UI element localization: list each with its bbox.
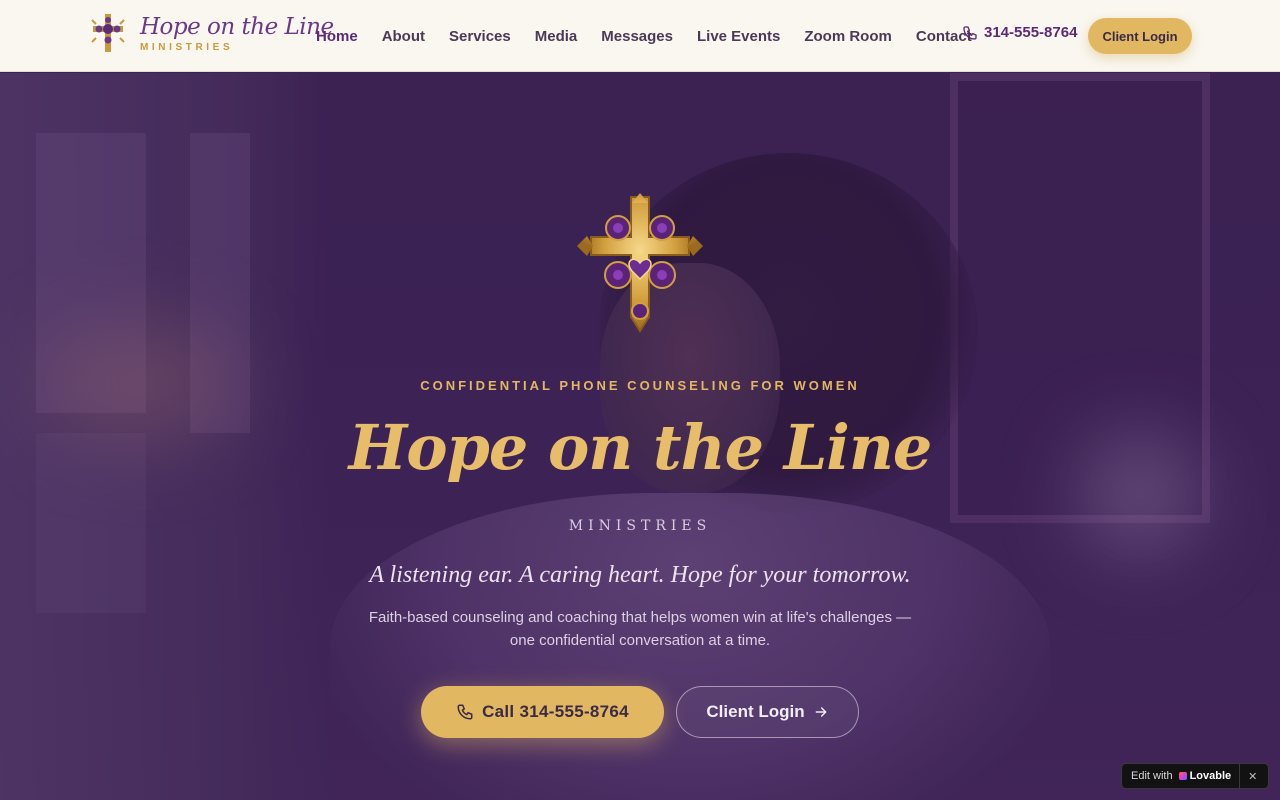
brand-cross-icon (91, 14, 125, 52)
nav-link-about[interactable]: About (382, 28, 425, 45)
nav-link-home[interactable]: Home (316, 28, 358, 45)
client-login-button[interactable]: Client Login (676, 686, 859, 738)
brand-logo[interactable]: Hope on the Line MINISTRIES (88, 12, 334, 56)
nav-link-services[interactable]: Services (449, 28, 511, 45)
arrow-right-icon (815, 707, 827, 717)
brand-name: Hope on the Line (140, 13, 334, 40)
cross-crest-icon (577, 193, 703, 333)
lovable-logo-icon (1178, 772, 1187, 780)
nav-client-login-button[interactable]: Client Login (1088, 18, 1192, 54)
phone-icon (963, 25, 977, 40)
nav-link-zoom-room[interactable]: Zoom Room (804, 28, 892, 45)
lovable-badge[interactable]: Edit with Lovable ✕ (1121, 763, 1269, 789)
hero-tagline: A listening ear. A caring heart. Hope fo… (369, 562, 911, 588)
hero-title: Hope on the Line (348, 411, 933, 484)
call-button[interactable]: Call 314-555-8764 (421, 686, 664, 738)
phone-icon (457, 704, 473, 720)
badge-divider (1239, 763, 1241, 789)
brand-tagline: MINISTRIES (140, 41, 234, 53)
nav-link-messages[interactable]: Messages (601, 28, 673, 45)
call-button-label: Call 314-555-8764 (482, 702, 629, 721)
hero-description: Faith-based counseling and coaching that… (368, 609, 912, 649)
lovable-edit-label: Edit with (1131, 770, 1173, 782)
nav-phone-number: 314-555-8764 (984, 24, 1078, 41)
nav-link-live-events[interactable]: Live Events (697, 28, 780, 45)
hero-eyebrow: CONFIDENTIAL PHONE COUNSELING FOR WOMEN (420, 378, 860, 393)
client-login-label: Client Login (706, 702, 805, 721)
main-menu: Home About Services Media Messages Live … (316, 0, 996, 72)
nav-link-media[interactable]: Media (535, 28, 578, 45)
lovable-brand: Lovable (1189, 770, 1232, 782)
close-icon[interactable]: ✕ (1248, 770, 1257, 783)
top-nav: Hope on the Line MINISTRIES Home About S… (0, 0, 1280, 72)
hero-section: CONFIDENTIAL PHONE COUNSELING FOR WOMEN … (0, 73, 1280, 800)
hero-subtitle: MINISTRIES (568, 518, 712, 534)
nav-phone-link[interactable]: 314-555-8764 (962, 24, 1077, 41)
